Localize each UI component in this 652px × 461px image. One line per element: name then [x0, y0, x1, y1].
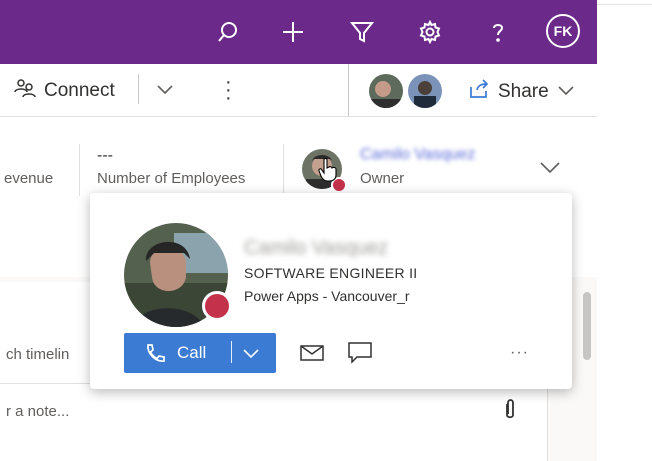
header-expand-chevron-icon[interactable]	[539, 161, 561, 180]
connect-label: Connect	[44, 80, 115, 101]
contact-card: Camilo Vasquez SOFTWARE ENGINEER II Powe…	[90, 193, 572, 389]
filter-icon[interactable]	[346, 16, 378, 48]
note-input[interactable]: r a note...	[6, 403, 69, 420]
divider	[283, 144, 284, 196]
connect-button[interactable]: Connect	[14, 78, 115, 104]
divider	[231, 341, 232, 363]
hand-cursor-icon	[318, 157, 338, 187]
chevron-down-icon[interactable]	[156, 83, 174, 101]
app-header-bar: FK	[0, 0, 597, 64]
owner-label: Owner	[360, 170, 405, 187]
collaborator-avatar[interactable]	[408, 74, 442, 108]
user-avatar[interactable]: FK	[546, 14, 580, 48]
phone-icon	[144, 343, 166, 368]
share-icon	[468, 79, 490, 105]
divider	[348, 64, 349, 116]
mail-icon[interactable]	[300, 345, 324, 366]
divider	[79, 144, 80, 196]
paperclip-icon[interactable]	[503, 398, 517, 427]
chevron-down-icon[interactable]	[242, 347, 260, 365]
call-label: Call	[177, 343, 207, 362]
gear-icon[interactable]	[414, 16, 446, 48]
right-gutter	[597, 0, 652, 461]
more-options-icon[interactable]: ···	[510, 344, 529, 362]
timeline-search-input[interactable]: ch timelin	[6, 346, 69, 363]
command-bar: Connect · · · Share	[0, 64, 597, 117]
more-options-icon[interactable]: ···	[225, 72, 232, 108]
help-icon[interactable]	[482, 16, 514, 48]
connect-icon	[14, 78, 36, 104]
revenue-label: evenue	[4, 170, 54, 187]
owner-name-link[interactable]: Camilo Vasquez	[360, 146, 475, 164]
employees-value: ---	[97, 147, 113, 164]
contact-name: Camilo Vasquez	[244, 237, 389, 259]
share-label: Share	[498, 81, 549, 102]
chat-icon[interactable]	[348, 342, 372, 369]
plus-icon[interactable]	[277, 16, 309, 48]
scrollbar-thumb[interactable]	[583, 292, 591, 360]
presence-indicator	[202, 291, 232, 321]
employees-label: Number of Employees	[97, 170, 246, 187]
chevron-down-icon[interactable]	[557, 81, 575, 103]
search-icon[interactable]	[212, 16, 244, 48]
contact-job-title: SOFTWARE ENGINEER II	[244, 265, 418, 281]
share-button[interactable]: Share	[468, 79, 575, 105]
divider	[138, 74, 139, 104]
collaborator-avatar[interactable]	[369, 74, 403, 108]
contact-organization: Power Apps - Vancouver_r	[244, 288, 410, 304]
call-button[interactable]: Call	[124, 333, 276, 373]
header-fields: evenue --- Number of Employees Owner	[0, 117, 597, 197]
